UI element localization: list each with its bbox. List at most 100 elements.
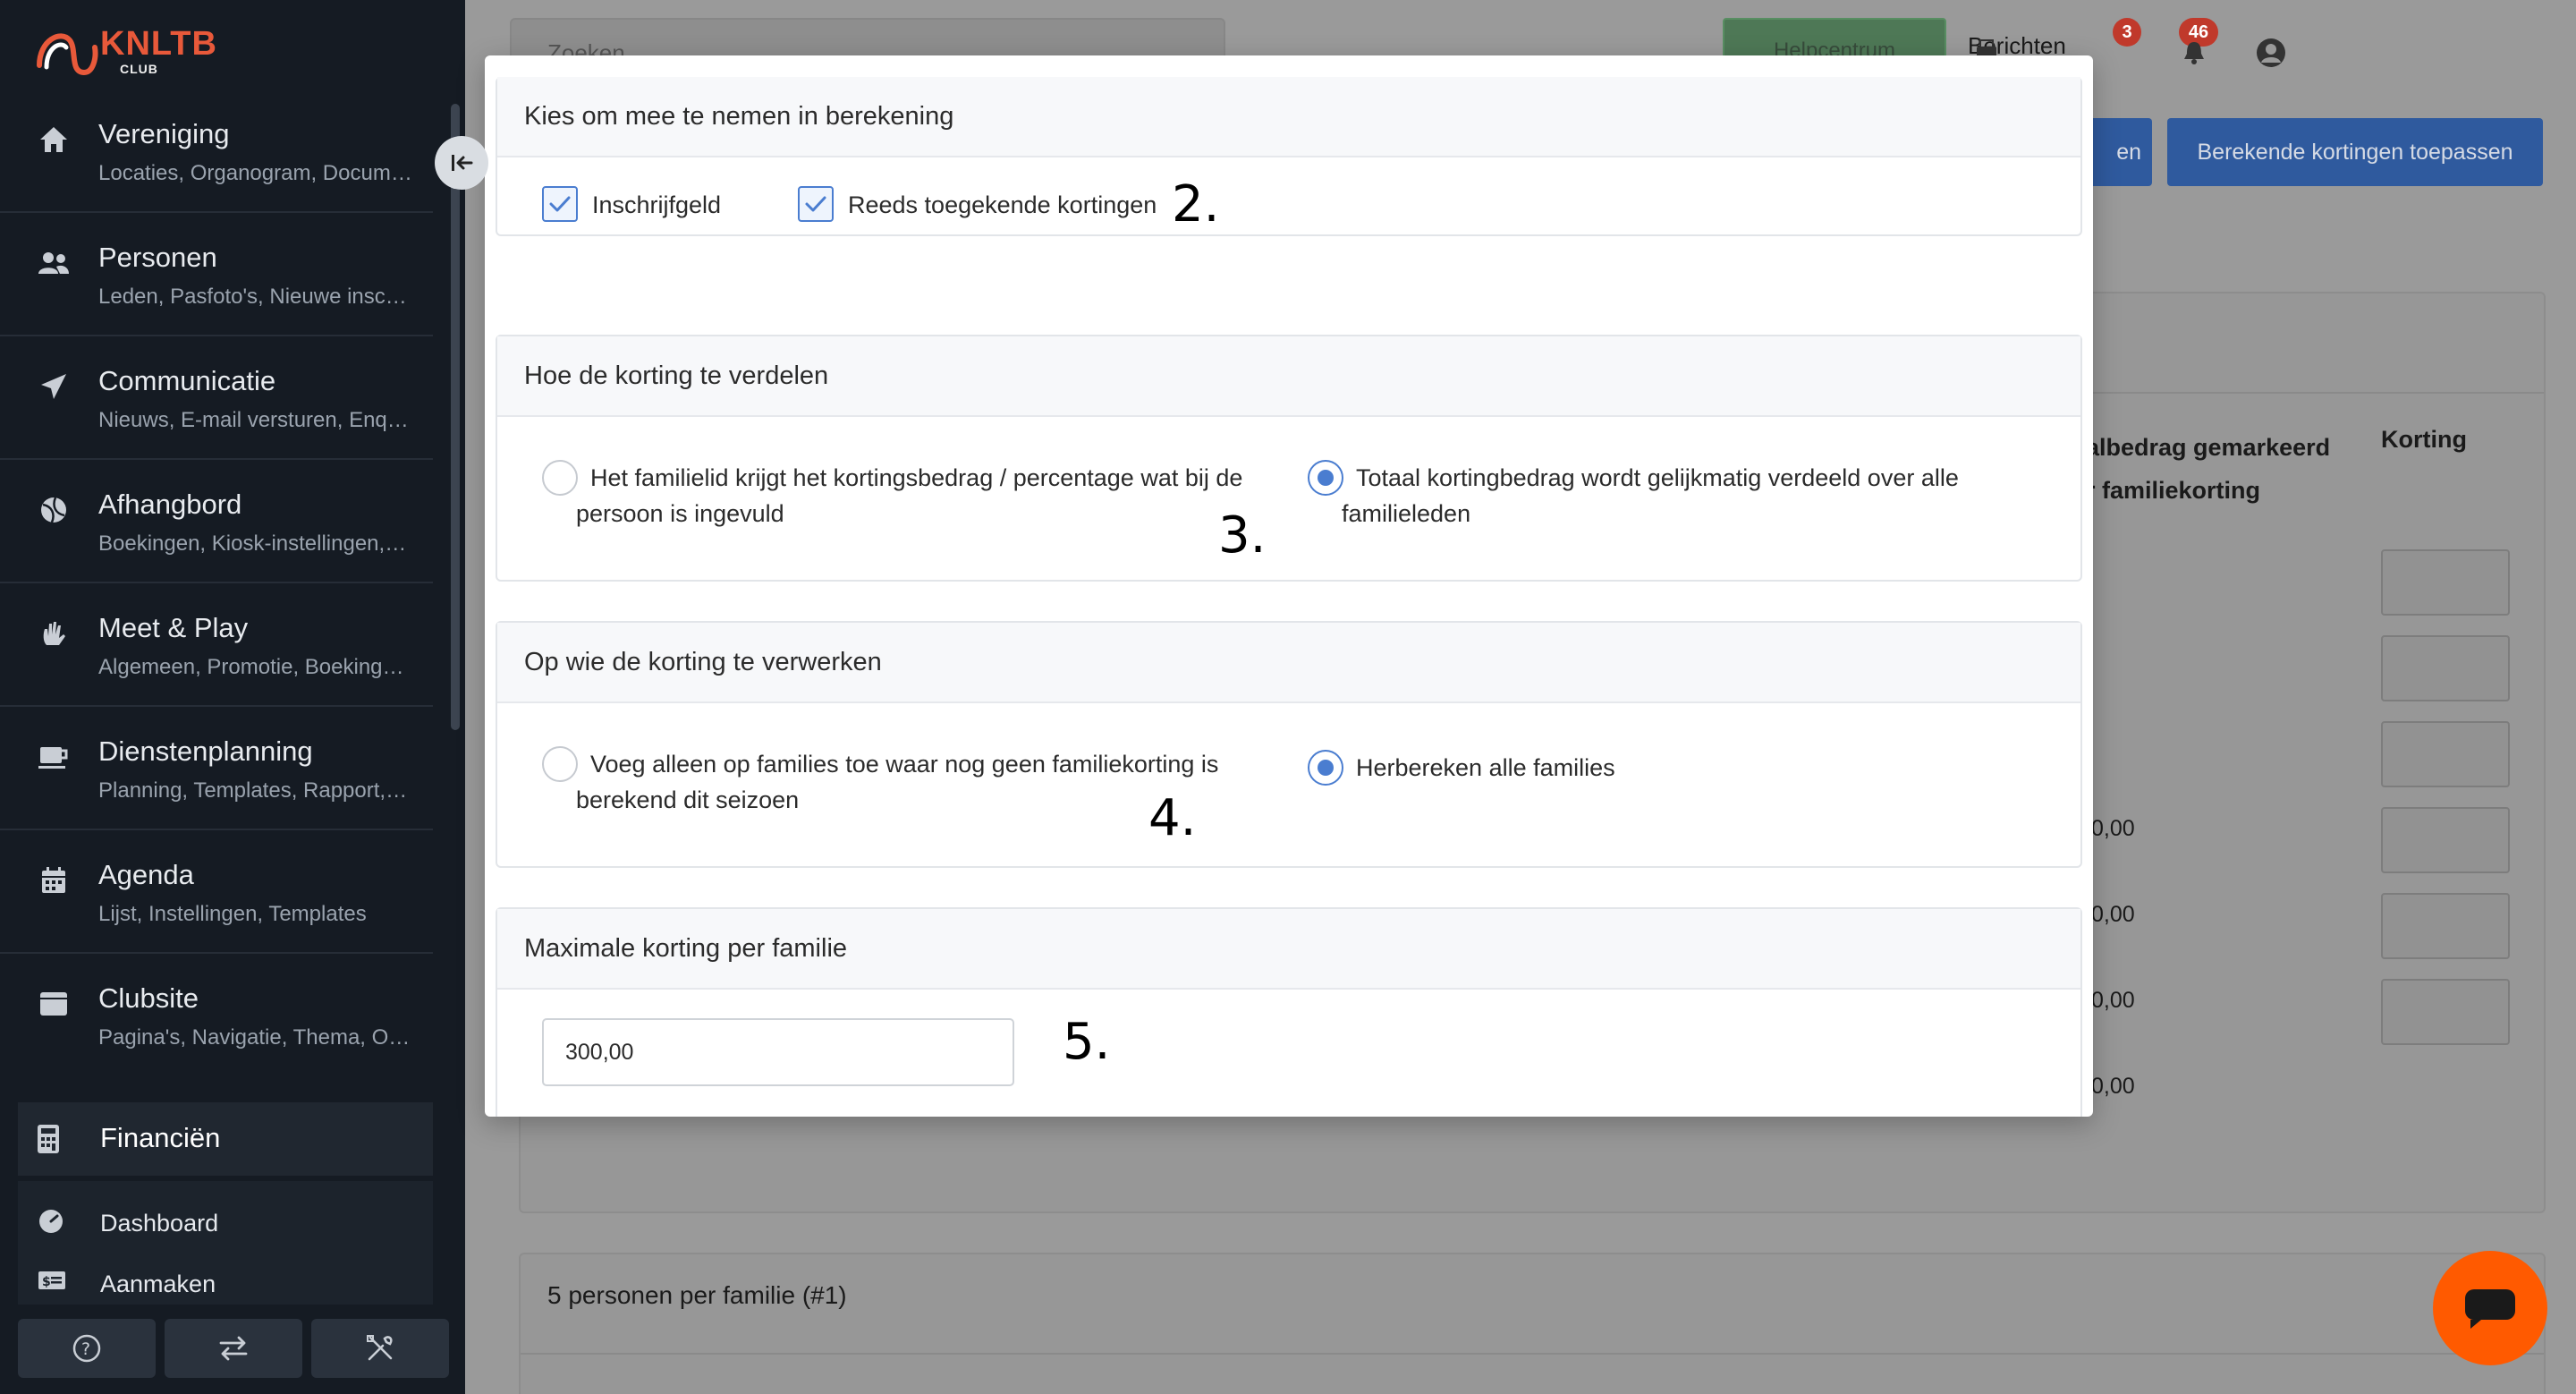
target-new-families-radio[interactable] bbox=[542, 746, 578, 782]
section-title-text: Maximale korting per familie bbox=[524, 933, 848, 963]
max-discount-value: 300,00 bbox=[565, 1039, 634, 1065]
distribution-per-person-label-line2[interactable]: persoon is ingevuld bbox=[576, 496, 784, 531]
total-value: 0,00 bbox=[2091, 902, 2135, 927]
inschrijfgeld-checkbox[interactable] bbox=[542, 186, 578, 222]
coffee-cup-icon bbox=[36, 739, 72, 775]
section-target-title: Op wie de korting te verwerken bbox=[497, 623, 2080, 703]
knltb-logo-mark-icon bbox=[37, 33, 98, 76]
messages-badge: 3 bbox=[2113, 18, 2141, 47]
user-avatar-icon[interactable] bbox=[2256, 38, 2286, 68]
gauge-icon bbox=[38, 1208, 68, 1238]
section-include: Kies om mee te nemen in berekening Insch… bbox=[496, 77, 2082, 236]
users-icon bbox=[36, 245, 72, 281]
total-value: 0,00 bbox=[2091, 1074, 2135, 1099]
home-icon bbox=[36, 122, 72, 157]
sidebar-item-agenda[interactable]: Agenda Lijst, Instellingen, Templates bbox=[0, 830, 433, 954]
collapse-arrow-icon bbox=[452, 155, 473, 171]
bell-icon[interactable] bbox=[2181, 39, 2207, 66]
sidebar-item-vereniging[interactable]: Vereniging Locaties, Organogram, Docum… bbox=[0, 89, 433, 213]
existing-discounts-checkbox[interactable] bbox=[798, 186, 834, 222]
sidebar-item-title: Clubsite bbox=[98, 982, 199, 1014]
section-distribution-title: Hoe de korting te verdelen bbox=[497, 336, 2080, 417]
target-all-families-radio[interactable] bbox=[1308, 750, 1343, 786]
question-circle-icon: ? bbox=[72, 1334, 101, 1363]
sidebar-item-communicatie[interactable]: Communicatie Nieuws, E-mail versturen, E… bbox=[0, 336, 433, 460]
target-all-families-label[interactable]: Herbereken alle families bbox=[1356, 750, 1615, 786]
svg-text:?: ? bbox=[81, 1339, 90, 1359]
logo-title: KNLTB bbox=[100, 25, 217, 63]
subnav-item-label: Aanmaken bbox=[100, 1271, 216, 1297]
logo-subtitle: CLUB bbox=[120, 62, 158, 76]
section-distribution: Hoe de korting te verdelen Het familieli… bbox=[496, 335, 2082, 582]
sidebar-item-subtitle: Lijst, Instellingen, Templates bbox=[98, 902, 367, 926]
help-button[interactable]: ? bbox=[18, 1319, 156, 1378]
card-divider bbox=[521, 1353, 2544, 1355]
tennis-ball-icon bbox=[36, 492, 72, 528]
total-value: 0,00 bbox=[2091, 988, 2135, 1013]
apply-discounts-button[interactable]: Berekende kortingen toepassen bbox=[2167, 118, 2543, 186]
distribution-per-person-label-line1[interactable]: Het familielid krijgt het kortingsbedrag… bbox=[590, 460, 1242, 496]
max-discount-input[interactable]: 300,00 bbox=[542, 1018, 1014, 1086]
korting-input[interactable] bbox=[2381, 635, 2510, 701]
sidebar-bottom-bar: ? bbox=[18, 1319, 449, 1378]
money-card-icon: $ bbox=[38, 1269, 68, 1299]
distribution-evenly-label-line1[interactable]: Totaal kortingbedrag wordt gelijkmatig v… bbox=[1356, 460, 1959, 496]
discount-calculation-modal: Kies om mee te nemen in berekening Insch… bbox=[485, 55, 2093, 1117]
checkmark-icon bbox=[549, 196, 571, 212]
switch-button[interactable] bbox=[165, 1319, 302, 1378]
section-max-discount-title: Maximale korting per familie bbox=[497, 909, 2080, 990]
sidebar-scrollbar[interactable] bbox=[451, 104, 460, 730]
existing-discounts-label[interactable]: Reeds toegekende kortingen bbox=[848, 191, 1157, 219]
knltb-logo[interactable]: KNLTB CLUB bbox=[34, 20, 231, 82]
col-header-total-line2: r familiekorting bbox=[2086, 477, 2261, 504]
distribution-per-person-radio[interactable] bbox=[542, 460, 578, 496]
sidebar-item-clubsite[interactable]: Clubsite Pagina's, Navigatie, Thema, O… bbox=[0, 954, 433, 1077]
korting-input[interactable] bbox=[2381, 549, 2510, 616]
sidebar-item-title: Afhangbord bbox=[98, 489, 242, 520]
distribution-evenly-label-line2[interactable]: familieleden bbox=[1342, 496, 1470, 531]
inschrijfgeld-label[interactable]: Inschrijfgeld bbox=[592, 191, 721, 219]
sidebar-item-subtitle: Algemeen, Promotie, Boeking… bbox=[98, 655, 404, 679]
annotation-5: 5. bbox=[1063, 1013, 1111, 1071]
sidebar-item-title: Meet & Play bbox=[98, 612, 249, 643]
target-new-families-label-line2[interactable]: berekend dit seizoen bbox=[576, 782, 799, 818]
checkmark-icon bbox=[805, 196, 826, 212]
subnav-item-label: Dashboard bbox=[100, 1210, 219, 1237]
family-group-card: 5 personen per familie (#1) bbox=[519, 1253, 2546, 1394]
sidebar-item-financien[interactable]: Financiën bbox=[18, 1102, 433, 1176]
sidebar-active-title: Financiën bbox=[100, 1122, 221, 1153]
section-target: Op wie de korting te verwerken Voeg alle… bbox=[496, 621, 2082, 868]
collapse-sidebar-button[interactable] bbox=[435, 136, 488, 190]
calculator-icon bbox=[36, 1124, 72, 1160]
col-header-total-line1: albedrag gemarkeerd bbox=[2086, 434, 2331, 461]
annotation-2: 2. bbox=[1172, 175, 1220, 234]
swap-arrows-icon bbox=[219, 1336, 248, 1361]
distribution-evenly-radio[interactable] bbox=[1308, 460, 1343, 496]
sidebar-item-dienstenplanning[interactable]: Dienstenplanning Planning, Templates, Ra… bbox=[0, 707, 433, 830]
annotation-3: 3. bbox=[1218, 506, 1267, 565]
tools-icon bbox=[367, 1335, 393, 1361]
family-group-title: 5 personen per familie (#1) bbox=[547, 1281, 847, 1309]
sidebar-item-title: Vereniging bbox=[98, 118, 230, 149]
tools-button[interactable] bbox=[311, 1319, 449, 1378]
sidebar-item-meet-play[interactable]: Meet & Play Algemeen, Promotie, Boeking… bbox=[0, 583, 433, 707]
subnav-item-aanmaken[interactable]: $ Aanmaken bbox=[18, 1256, 433, 1310]
sidebar-item-afhangbord[interactable]: Afhangbord Boekingen, Kiosk-instellingen… bbox=[0, 460, 433, 583]
hidden-action-label: en bbox=[2116, 139, 2141, 165]
section-title-text: Op wie de korting te verwerken bbox=[524, 647, 882, 676]
sidebar-item-title: Dienstenplanning bbox=[98, 735, 313, 767]
sidebar-item-personen[interactable]: Personen Leden, Pasfoto's, Nieuwe insc… bbox=[0, 213, 433, 336]
sidebar-item-subtitle: Locaties, Organogram, Docum… bbox=[98, 161, 412, 185]
korting-input[interactable] bbox=[2381, 721, 2510, 787]
sidebar-subnav: Dashboard $ Aanmaken bbox=[18, 1181, 433, 1305]
annotation-4: 4. bbox=[1148, 789, 1197, 847]
target-new-families-label-line1[interactable]: Voeg alleen op families toe waar nog gee… bbox=[590, 746, 1218, 782]
korting-input[interactable] bbox=[2381, 807, 2510, 873]
korting-input[interactable] bbox=[2381, 893, 2510, 959]
korting-input[interactable] bbox=[2381, 979, 2510, 1045]
subnav-item-dashboard[interactable]: Dashboard bbox=[18, 1195, 433, 1249]
calendar-icon bbox=[36, 863, 72, 898]
hand-wave-icon bbox=[36, 616, 72, 651]
chat-button[interactable] bbox=[2433, 1251, 2547, 1365]
col-header-korting: Korting bbox=[2381, 426, 2467, 453]
